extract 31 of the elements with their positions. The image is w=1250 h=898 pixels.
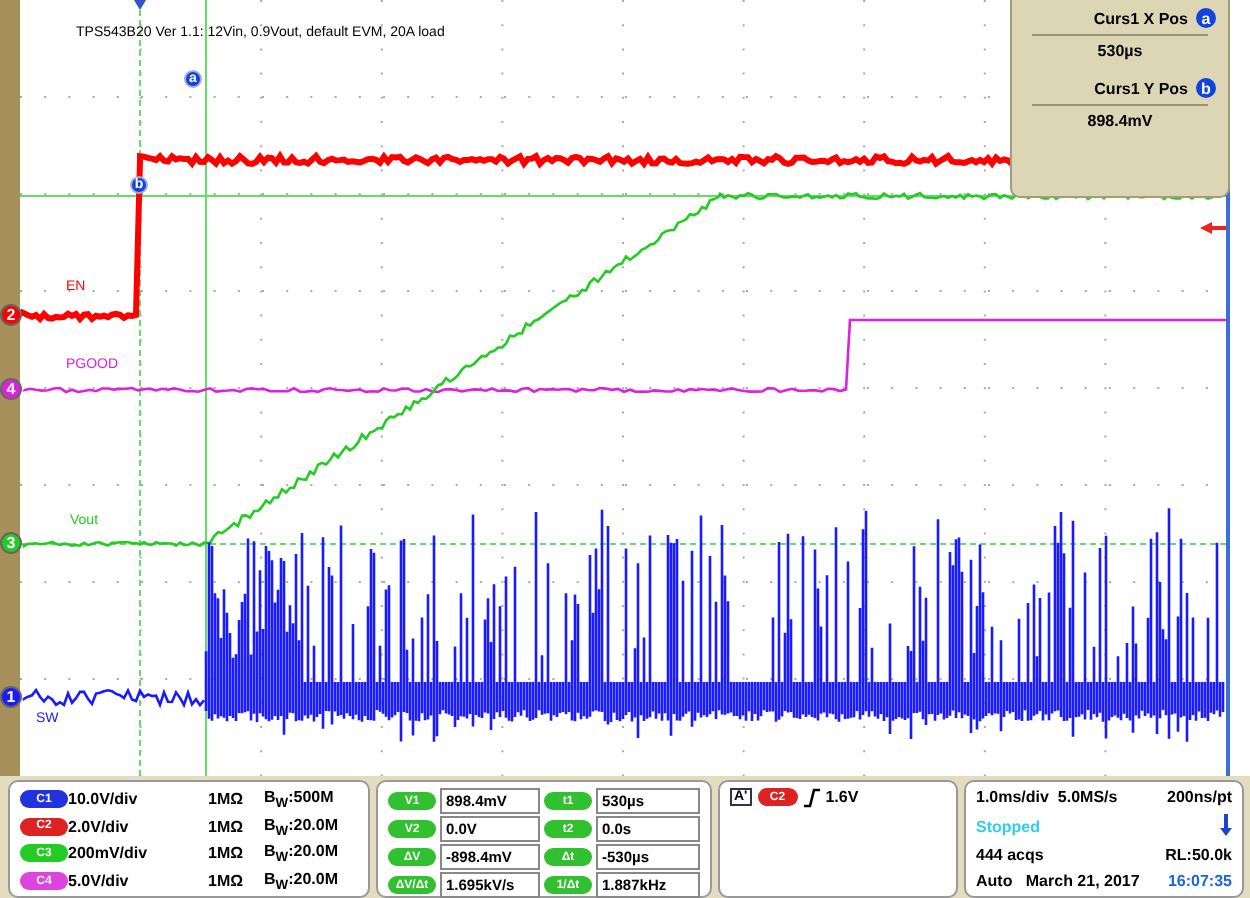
channel-bandwidth: B$_{W}$:500M xyxy=(264,788,336,812)
channel-bandwidth: B$_{W}$:20.0M xyxy=(264,869,340,893)
channel-bandwidth: B$_{W}$:20.0M xyxy=(264,815,340,839)
trigger-mode-date: Auto March 21, 2017 xyxy=(976,871,1142,890)
channel-scale: 2.0V/div xyxy=(68,817,131,836)
down-arrow-icon xyxy=(1220,813,1232,836)
channel-impedance: 1MΩ xyxy=(208,817,246,836)
resolution-text: 200ns/pt xyxy=(1165,788,1232,807)
timebase-text: 1.0ms/div 5.0MS/s xyxy=(976,788,1120,807)
rising-edge-icon xyxy=(803,788,820,808)
cursor-readout-label: Curs1 X Pos xyxy=(1093,9,1188,27)
channel-scale: 10.0V/div xyxy=(68,790,140,809)
acquisition-state: Stopped xyxy=(976,817,1042,836)
cursor-line[interactable] xyxy=(205,0,207,776)
acquisition-count: 444 acqs xyxy=(976,846,1046,865)
record-length: RL:50.0k xyxy=(1163,846,1232,865)
channel-scale: 5.0V/div xyxy=(68,872,131,891)
channel-impedance: 1MΩ xyxy=(208,844,246,863)
cursor-readout-value: 898.4mV xyxy=(1085,112,1155,134)
trigger-level-icon xyxy=(1200,222,1226,234)
cursor-badge: a xyxy=(1196,8,1216,28)
trigger-position-icon xyxy=(134,0,146,10)
channel-impedance: 1MΩ xyxy=(208,790,246,809)
cursor-badge: b xyxy=(1196,78,1216,98)
channel-impedance: 1MΩ xyxy=(208,872,246,891)
cursor-readout-value: 530µs xyxy=(1095,42,1145,64)
cursor-readout-label: Curs1 Y Pos xyxy=(1094,79,1188,97)
clock-time: 16:07:35 xyxy=(1165,871,1232,890)
channel-bandwidth: B$_{W}$:20.0M xyxy=(264,842,340,866)
channel-scale: 200mV/div xyxy=(68,844,150,863)
trigger-level: 1.6V xyxy=(825,788,859,806)
